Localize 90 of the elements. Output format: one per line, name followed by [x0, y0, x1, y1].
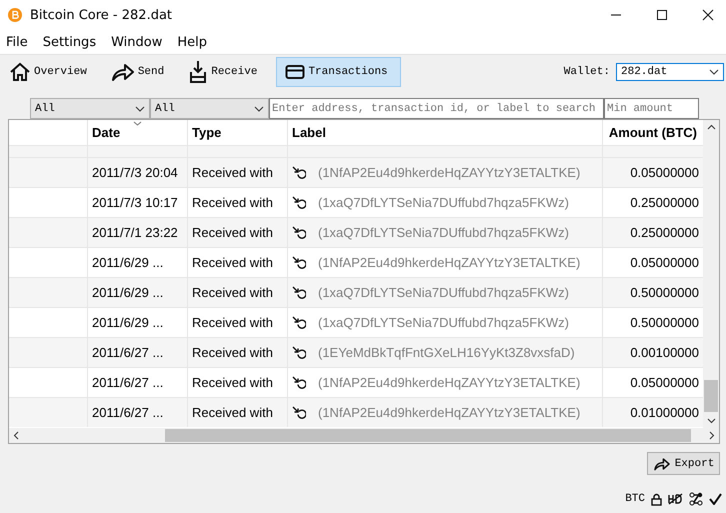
date-cell: 2011/6/29 ...	[92, 315, 164, 330]
received-arrow-icon	[292, 406, 306, 420]
type-cell: Received with	[192, 315, 273, 330]
arrow-icon	[110, 61, 135, 83]
label-cell: (1EYeMdBkTqfFntGXeLH16YyKt3Z8vxsfaD)	[318, 345, 575, 360]
toolbar-tab[interactable]: Receive	[183, 57, 262, 87]
date-cell: 2011/6/29 ...	[92, 285, 164, 300]
received-arrow-icon	[292, 316, 306, 330]
chevron-down-icon	[709, 69, 719, 75]
label-cell: (1xaQ7DfLYTSeNia7DUffubd7hqza5FKWz)	[318, 195, 569, 210]
label-cell: (1NfAP2Eu4d9hkerdeHqZAYYtzY3ETALTKE)	[318, 165, 580, 180]
amount-cell: 0.25000000	[630, 195, 699, 210]
column-header[interactable]: Type	[192, 125, 222, 140]
scroll-left-icon[interactable]	[13, 431, 19, 440]
label-cell: (1NfAP2Eu4d9hkerdeHqZAYYtzY3ETALTKE)	[318, 375, 580, 390]
amount-cell: 0.00100000	[630, 345, 699, 360]
menu-item[interactable]: Settings	[42, 34, 96, 50]
type-cell: Received with	[192, 285, 273, 300]
chevron-down-icon	[254, 106, 264, 112]
amount-cell: 0.25000000	[630, 225, 699, 240]
wallet-label: Wallet:	[564, 66, 610, 78]
date-cell: 2011/6/29 ...	[92, 255, 164, 270]
amount-cell: 0.50000000	[630, 285, 699, 300]
type-cell: Received with	[192, 195, 273, 210]
menu-item[interactable]: File	[6, 34, 28, 50]
label-cell: (1xaQ7DfLYTSeNia7DUffubd7hqza5FKWz)	[318, 285, 569, 300]
unit-label[interactable]: BTC	[625, 493, 645, 505]
received-arrow-icon	[292, 346, 306, 360]
label-cell: (1xaQ7DfLYTSeNia7DUffubd7hqza5FKWz)	[318, 315, 569, 330]
arrow-icon	[652, 456, 671, 470]
card-icon	[285, 64, 306, 80]
type-filter-dropdown[interactable]: All	[150, 98, 269, 119]
type-cell: Received with	[192, 375, 273, 390]
date-cell: 2011/7/3 10:17	[92, 195, 178, 210]
toolbar-tab[interactable]: Overview	[4, 57, 92, 87]
house-icon	[9, 61, 31, 83]
date-cell: 2011/6/27 ...	[92, 405, 164, 420]
amount-cell: 0.05000000	[630, 165, 699, 180]
window-title: Bitcoin Core - 282.dat	[30, 8, 172, 22]
amount-cell: 0.05000000	[630, 375, 699, 390]
vertical-scrollbar[interactable]	[703, 120, 719, 428]
lock-icon	[651, 492, 662, 506]
column-header[interactable]: Amount (BTC)	[608, 125, 697, 140]
scroll-thumb[interactable]	[165, 429, 691, 442]
type-cell: Received with	[192, 225, 273, 240]
label-cell: (1NfAP2Eu4d9hkerdeHqZAYYtzY3ETALTKE)	[318, 405, 580, 420]
amount-cell: 0.05000000	[630, 255, 699, 270]
menu-item[interactable]: Help	[177, 34, 207, 50]
toolbar-tab[interactable]: Transactions	[276, 57, 401, 87]
received-arrow-icon	[292, 226, 306, 240]
received-arrow-icon	[292, 286, 306, 300]
scroll-thumb[interactable]	[704, 380, 718, 412]
sort-caret-icon	[133, 121, 142, 126]
maximize-icon[interactable]	[656, 9, 668, 21]
type-cell: Received with	[192, 255, 273, 270]
type-cell: Received with	[192, 405, 273, 420]
date-cell: 2011/7/3 20:04	[92, 165, 178, 180]
type-cell: Received with	[192, 345, 273, 360]
horizontal-scrollbar[interactable]	[9, 428, 719, 443]
received-arrow-icon	[292, 256, 306, 270]
amount-cell: 0.01000000	[630, 405, 699, 420]
toolbar-tab[interactable]: Send	[106, 57, 170, 87]
column-header[interactable]: Date	[92, 125, 120, 140]
type-cell: Received with	[192, 165, 273, 180]
date-filter-dropdown[interactable]: All	[30, 98, 150, 119]
date-cell: 2011/7/1 23:22	[92, 225, 178, 240]
scroll-up-icon[interactable]	[706, 124, 716, 130]
scroll-down-icon[interactable]	[706, 418, 716, 424]
received-arrow-icon	[292, 196, 306, 210]
date-cell: 2011/6/27 ...	[92, 375, 164, 390]
wallet-dropdown[interactable]: 282.dat	[616, 63, 724, 81]
menu-item[interactable]: Window	[111, 34, 162, 50]
received-arrow-icon	[292, 166, 306, 180]
export-button[interactable]: Export	[647, 452, 720, 475]
label-cell: (1xaQ7DfLYTSeNia7DUffubd7hqza5FKWz)	[318, 225, 569, 240]
min-amount-field[interactable]: Min amount	[604, 98, 699, 119]
network-icon	[689, 492, 703, 506]
amount-cell: 0.50000000	[630, 315, 699, 330]
scroll-right-icon[interactable]	[709, 431, 715, 440]
chevron-down-icon	[135, 106, 145, 112]
checkmark-icon	[709, 493, 722, 505]
label-cell: (1NfAP2Eu4d9hkerdeHqZAYYtzY3ETALTKE)	[318, 255, 580, 270]
hd-disabled-icon	[668, 493, 683, 505]
column-header[interactable]: Label	[292, 125, 326, 140]
received-arrow-icon	[292, 376, 306, 390]
inbox-icon	[188, 60, 208, 84]
date-cell: 2011/6/27 ...	[92, 345, 164, 360]
search-field[interactable]: Enter address, transaction id, or label to search	[269, 98, 604, 119]
bitcoin-logo-icon	[8, 8, 22, 22]
close-icon[interactable]	[702, 9, 714, 21]
